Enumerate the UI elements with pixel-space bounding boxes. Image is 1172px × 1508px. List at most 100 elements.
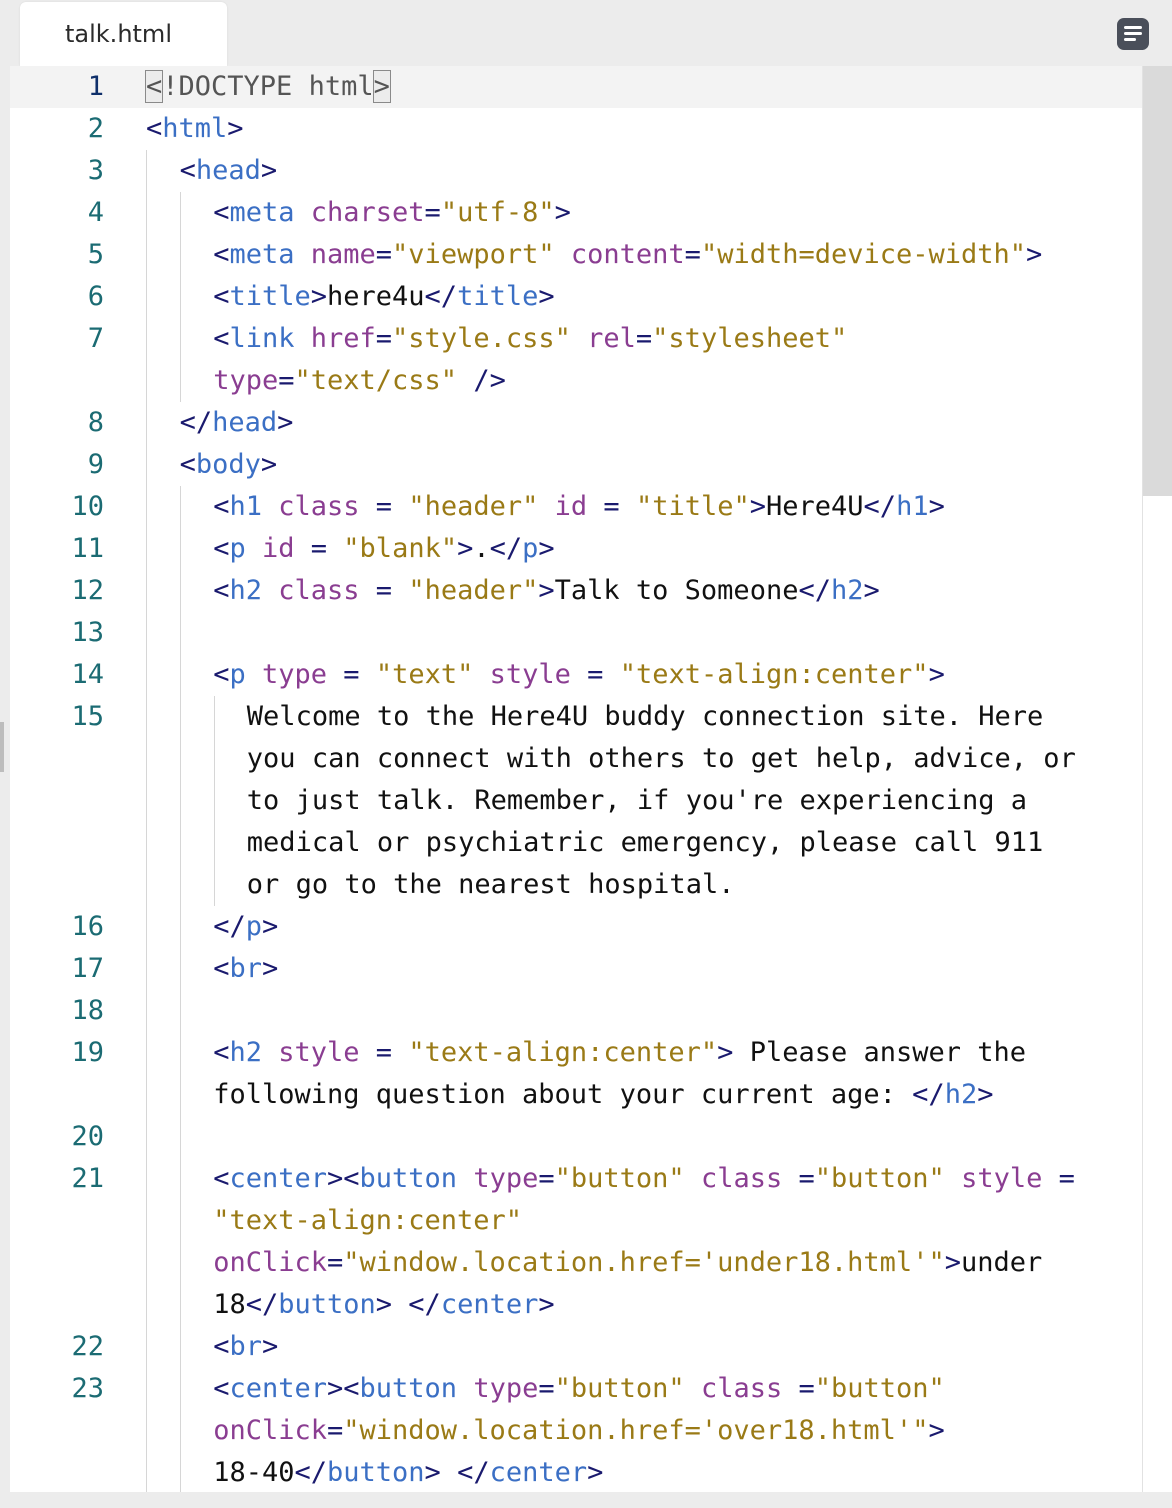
code-line[interactable]: 17 <br> bbox=[10, 948, 1142, 990]
code-token: = bbox=[326, 1247, 344, 1278]
code-line[interactable]: 1 <!DOCTYPE html> bbox=[10, 66, 1142, 108]
code-line[interactable]: 2 <html> bbox=[10, 108, 1142, 150]
code-token: > bbox=[261, 911, 279, 942]
code-text: <html> bbox=[146, 108, 244, 150]
code-line[interactable]: 5 <meta name="viewport" content="width=de… bbox=[10, 234, 1142, 276]
code-line[interactable]: medical or psychiatric emergency, please… bbox=[10, 822, 1142, 864]
code-editor[interactable]: 1 <!DOCTYPE html> 2 <html> 3 <head> 4 <meta cha… bbox=[10, 66, 1142, 1492]
code-line[interactable]: 6 <title>here4u</title> bbox=[10, 276, 1142, 318]
indent-guide bbox=[146, 1368, 147, 1410]
line-number: 10 bbox=[71, 491, 104, 522]
indent-guide bbox=[146, 1032, 147, 1074]
code-text: </head> bbox=[180, 402, 294, 444]
code-line[interactable]: 21 <center><button type="button" class ="… bbox=[10, 1158, 1142, 1200]
indent-guide bbox=[146, 150, 147, 192]
code-line[interactable]: type="text/css" /> bbox=[10, 360, 1142, 402]
code-token: "button" bbox=[554, 1163, 685, 1194]
code-token: > bbox=[375, 1289, 393, 1320]
code-token: "title" bbox=[635, 491, 750, 522]
code-token: < bbox=[213, 1163, 230, 1194]
code-line[interactable]: 18 bbox=[10, 990, 1142, 1032]
code-line[interactable]: onClick="window.location.href='over18.ht… bbox=[10, 1410, 1142, 1452]
code-line[interactable]: 23 <center><button type="button" class ="… bbox=[10, 1368, 1142, 1410]
code-line[interactable]: onClick="window.location.href='under18.h… bbox=[10, 1242, 1142, 1284]
code-token: = bbox=[684, 239, 701, 270]
code-token: button bbox=[359, 1373, 458, 1404]
code-token: class bbox=[700, 1373, 783, 1404]
code-token: = bbox=[375, 491, 393, 522]
code-token: < bbox=[213, 239, 230, 270]
code-token: > bbox=[928, 1415, 945, 1446]
code-line[interactable]: 14 <p type = "text" style = "text-align:c… bbox=[10, 654, 1142, 696]
code-line[interactable]: 13 bbox=[10, 612, 1142, 654]
code-line[interactable]: 10 <h1 class = "header" id = "title">Here… bbox=[10, 486, 1142, 528]
code-token: "stylesheet" bbox=[652, 323, 848, 354]
code-token: name bbox=[310, 239, 376, 270]
indent-guide bbox=[180, 1200, 181, 1242]
code-line[interactable]: 11 <p id = "blank">.</p> bbox=[10, 528, 1142, 570]
line-number: 16 bbox=[71, 911, 104, 942]
code-token: < bbox=[179, 449, 196, 480]
code-line[interactable]: 12 <h2 class = "header">Talk to Someone</… bbox=[10, 570, 1142, 612]
code-text: <center><button type="button" class ="bu… bbox=[213, 1368, 945, 1410]
tab-talk-html[interactable]: talk.html bbox=[20, 2, 227, 66]
line-number: 2 bbox=[87, 113, 104, 144]
code-token: button bbox=[359, 1163, 458, 1194]
code-text: or go to the nearest hospital. bbox=[247, 864, 735, 906]
code-line[interactable]: following question about your current ag… bbox=[10, 1074, 1142, 1116]
code-token: !DOCTYPE html bbox=[162, 71, 374, 102]
vertical-scrollbar[interactable] bbox=[1142, 66, 1172, 1492]
code-token: > bbox=[587, 1457, 604, 1488]
hamburger-menu-icon[interactable] bbox=[1117, 18, 1149, 50]
code-line[interactable]: 4 <meta charset="utf-8"> bbox=[10, 192, 1142, 234]
code-line[interactable]: 20 bbox=[10, 1116, 1142, 1158]
code-line[interactable]: 9 <body> bbox=[10, 444, 1142, 486]
code-line[interactable]: 3 <head> bbox=[10, 150, 1142, 192]
code-text: <center><button type="button" class ="bu… bbox=[213, 1158, 1075, 1200]
code-line[interactable]: 22 <br> bbox=[10, 1326, 1142, 1368]
code-token: </ bbox=[863, 491, 897, 522]
code-text: to just talk. Remember, if you're experi… bbox=[247, 780, 1027, 822]
indent-guide bbox=[180, 612, 181, 654]
code-token: id bbox=[554, 491, 588, 522]
indent-guide bbox=[180, 1410, 181, 1452]
code-token: here4u bbox=[327, 281, 425, 312]
code-line[interactable]: 19 <h2 style = "text-align:center"> Pleas… bbox=[10, 1032, 1142, 1074]
code-token: "viewport" bbox=[392, 239, 555, 270]
code-token: </ bbox=[179, 407, 213, 438]
code-token: > bbox=[717, 1037, 734, 1068]
indent-guide bbox=[180, 822, 181, 864]
code-line[interactable]: or go to the nearest hospital. bbox=[10, 864, 1142, 906]
indent-guide bbox=[146, 1452, 147, 1492]
code-line[interactable]: 8 </head> bbox=[10, 402, 1142, 444]
code-token: type bbox=[261, 659, 328, 690]
indent-guide bbox=[180, 1284, 181, 1326]
line-number: 5 bbox=[87, 239, 104, 270]
indent-guide bbox=[180, 276, 181, 318]
code-token: type bbox=[213, 365, 279, 396]
panel-resize-handle[interactable] bbox=[0, 722, 4, 772]
code-token: style bbox=[961, 1163, 1043, 1194]
code-token: href bbox=[310, 323, 376, 354]
code-line[interactable]: 7 <link href="style.css" rel="stylesheet" bbox=[10, 318, 1142, 360]
scrollbar-thumb[interactable] bbox=[1143, 66, 1172, 496]
code-token: center bbox=[229, 1163, 327, 1194]
code-line[interactable]: 16 </p> bbox=[10, 906, 1142, 948]
code-token: button bbox=[326, 1457, 425, 1488]
code-line[interactable]: 18</button> </center> bbox=[10, 1284, 1142, 1326]
code-line[interactable]: 15 Welcome to the Here4U buddy connection… bbox=[10, 696, 1142, 738]
code-text: <meta charset="utf-8"> bbox=[213, 192, 571, 234]
code-line[interactable]: 18-40</button> </center> bbox=[10, 1452, 1142, 1492]
code-line[interactable]: you can connect with others to get help,… bbox=[10, 738, 1142, 780]
indent-guide bbox=[214, 864, 215, 906]
code-line[interactable]: "text-align:center" bbox=[10, 1200, 1142, 1242]
code-line[interactable]: to just talk. Remember, if you're experi… bbox=[10, 780, 1142, 822]
line-number: 12 bbox=[71, 575, 104, 606]
code-token: < bbox=[213, 323, 230, 354]
